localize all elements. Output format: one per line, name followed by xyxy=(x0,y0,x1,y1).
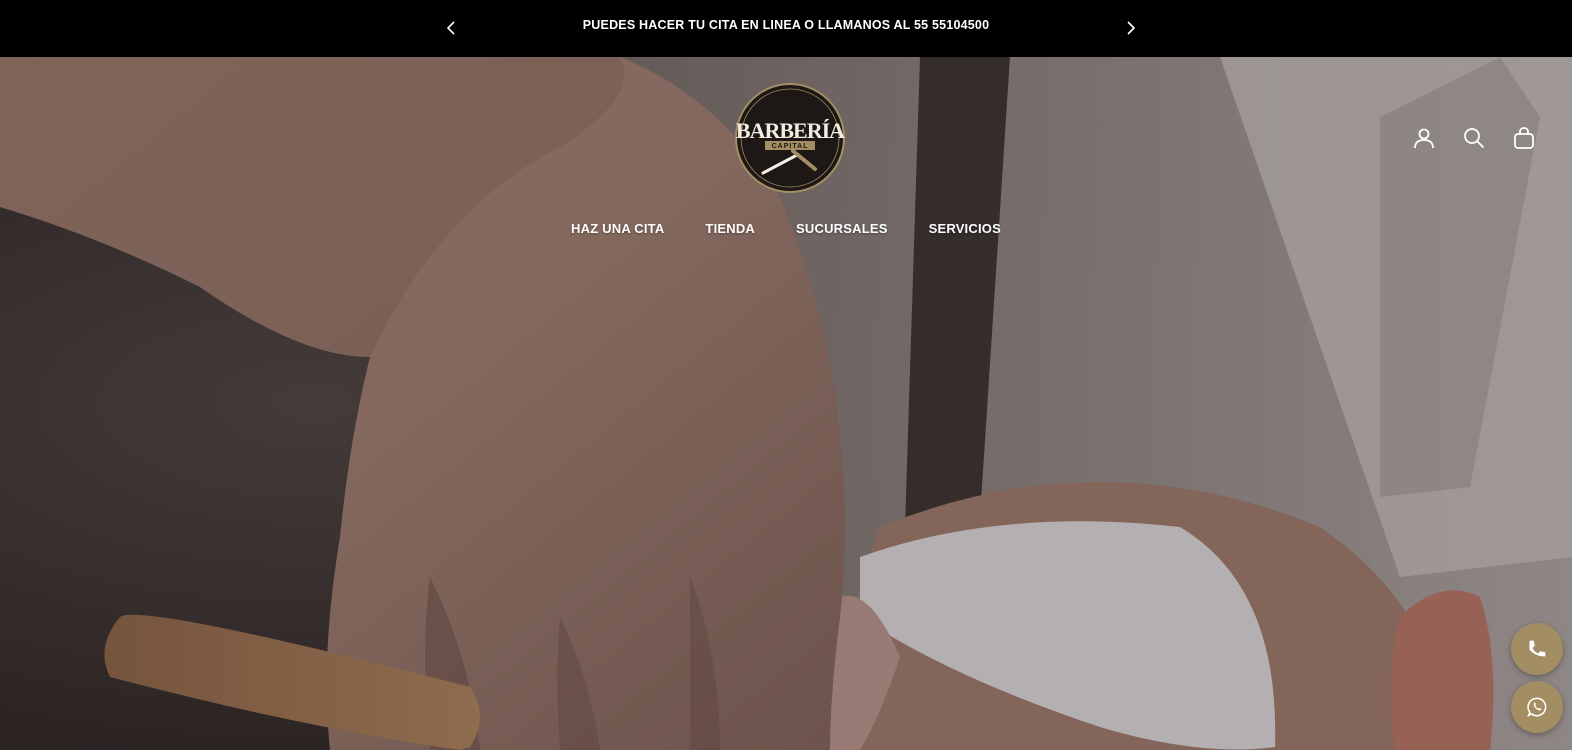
header-icons xyxy=(1410,124,1538,152)
announcement-bar: PUEDES HACER TU CITA EN LINEA O LLAMANOS… xyxy=(0,0,1572,57)
whatsapp-button[interactable] xyxy=(1511,681,1563,733)
account-icon xyxy=(1414,128,1434,149)
hero-banner: BARBERÍA CAPITAL HAZ UNA CITA TIENDA SUC… xyxy=(0,57,1572,750)
call-button[interactable] xyxy=(1511,623,1563,675)
cart-button[interactable] xyxy=(1510,124,1538,152)
nav-item-haz-una-cita[interactable]: HAZ UNA CITA xyxy=(571,221,664,236)
phone-icon xyxy=(1529,640,1546,657)
account-button[interactable] xyxy=(1410,124,1438,152)
chevron-right-icon xyxy=(1127,21,1136,35)
brand-sub: CAPITAL xyxy=(772,143,809,150)
nav-item-sucursales[interactable]: SUCURSALES xyxy=(796,221,888,236)
main-nav: HAZ UNA CITA TIENDA SUCURSALES SERVICIOS xyxy=(0,221,1572,236)
search-icon xyxy=(1464,128,1484,148)
nav-item-tienda[interactable]: TIENDA xyxy=(705,221,755,236)
search-button[interactable] xyxy=(1460,124,1488,152)
whatsapp-icon xyxy=(1526,697,1547,718)
announcement-message: PUEDES HACER TU CITA EN LINEA O LLAMANOS… xyxy=(582,18,990,32)
brand-logo[interactable]: BARBERÍA CAPITAL xyxy=(735,83,845,193)
brand-name: BARBERÍA xyxy=(736,118,845,143)
nav-item-servicios[interactable]: SERVICIOS xyxy=(929,221,1001,236)
announcement-next-button[interactable] xyxy=(1119,16,1143,40)
cart-icon xyxy=(1514,127,1534,149)
